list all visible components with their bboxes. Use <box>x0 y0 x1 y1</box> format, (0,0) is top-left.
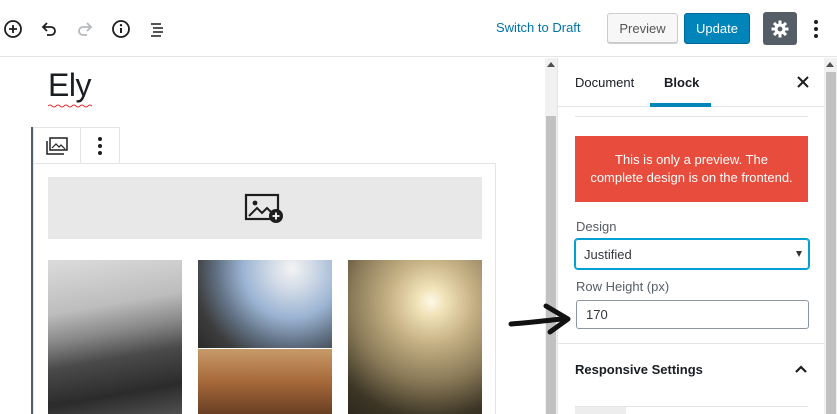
info-icon[interactable] <box>109 17 133 41</box>
sidebar-scrollbar[interactable] <box>824 58 837 414</box>
undo-icon[interactable] <box>37 17 61 41</box>
scrollbar-thumb[interactable] <box>826 72 836 414</box>
sidebar-tabs: Document Block <box>558 58 824 107</box>
row-height-input[interactable]: 170 <box>576 300 809 329</box>
update-button[interactable]: Update <box>684 13 750 44</box>
gallery-image[interactable] <box>348 260 482 414</box>
post-title[interactable]: Ely <box>48 67 93 108</box>
scrollbar-thumb[interactable] <box>546 116 556 414</box>
annotation-arrow-icon <box>508 303 571 335</box>
scroll-up-icon[interactable] <box>826 62 834 67</box>
gear-icon <box>771 20 789 37</box>
preview-notice: This is only a preview. The complete des… <box>575 136 808 202</box>
add-block-icon[interactable] <box>1 17 25 41</box>
chevron-down-icon <box>796 251 802 257</box>
row-height-value: 170 <box>586 307 608 322</box>
tab-stub <box>575 407 626 414</box>
editor-toolbar: Switch to Draft Preview Update <box>0 0 837 57</box>
responsive-settings-toggle[interactable]: Responsive Settings <box>575 362 703 377</box>
add-image-button[interactable] <box>48 177 482 239</box>
preview-button[interactable]: Preview <box>607 13 678 44</box>
scroll-up-icon[interactable] <box>547 62 555 67</box>
gallery-icon[interactable] <box>34 128 82 163</box>
more-options-icon[interactable] <box>808 16 824 42</box>
design-select[interactable]: Justified <box>575 239 809 269</box>
design-select-value: Justified <box>584 246 632 262</box>
spellcheck-underline <box>48 104 93 108</box>
gallery-image[interactable] <box>198 260 332 348</box>
settings-sidebar: Document Block This is only a preview. T… <box>557 58 824 414</box>
chevron-up-icon[interactable] <box>794 364 808 374</box>
tab-block[interactable]: Block <box>664 75 699 90</box>
more-vertical-icon[interactable] <box>81 128 119 163</box>
outline-icon[interactable] <box>145 17 169 41</box>
divider <box>575 116 808 117</box>
gallery-image[interactable] <box>198 349 332 414</box>
gallery-image[interactable] <box>48 260 182 414</box>
settings-button[interactable] <box>763 12 797 45</box>
design-label: Design <box>576 219 617 234</box>
editor-canvas: Ely <box>0 58 545 414</box>
redo-icon[interactable] <box>73 17 97 41</box>
block-toolbar <box>33 127 120 164</box>
close-icon[interactable] <box>794 73 812 91</box>
divider <box>558 343 824 344</box>
row-height-label: Row Height (px) <box>576 279 670 294</box>
active-tab-indicator <box>650 103 711 107</box>
switch-to-draft-link[interactable]: Switch to Draft <box>496 20 581 35</box>
editor-scrollbar[interactable] <box>545 58 557 414</box>
image-add-icon <box>244 193 283 223</box>
post-title-text[interactable]: Ely <box>48 67 91 103</box>
tab-document[interactable]: Document <box>575 75 634 90</box>
